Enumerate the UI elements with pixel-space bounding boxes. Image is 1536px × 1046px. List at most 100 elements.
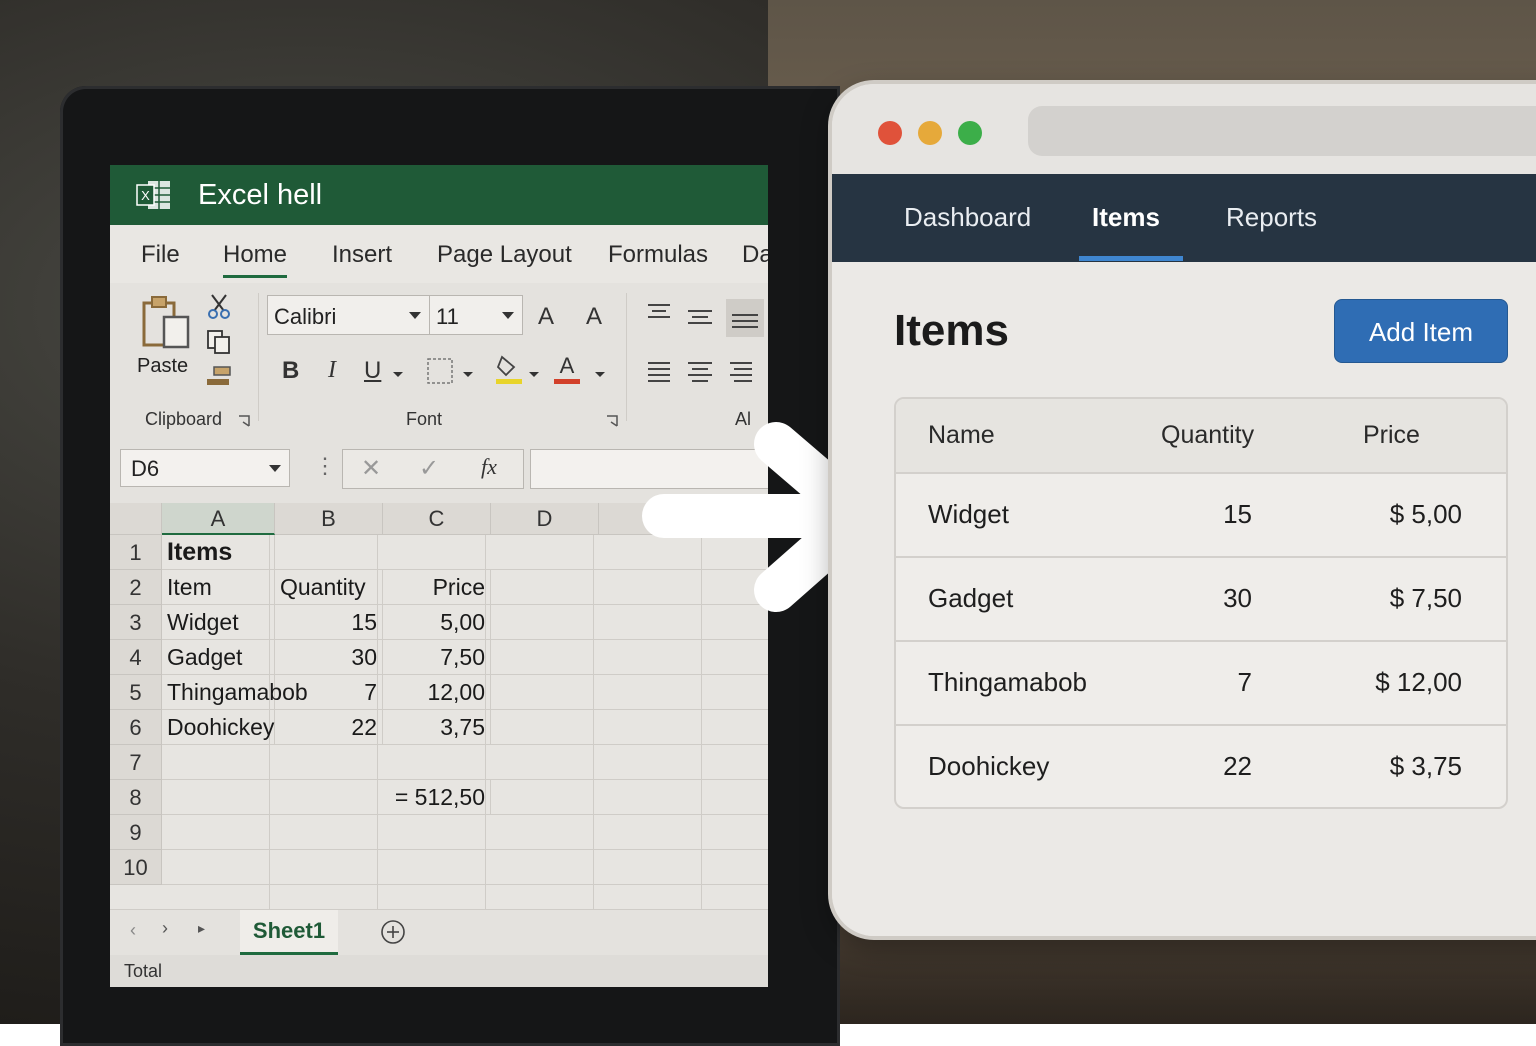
main-content: Items Add Item Name Quantity Price Widge… bbox=[832, 262, 1536, 936]
table-row[interactable]: Thingamabob 7 $ 12,00 bbox=[896, 640, 1506, 726]
name-box-value: D6 bbox=[131, 456, 160, 481]
row-header[interactable]: 4 bbox=[110, 640, 162, 675]
cancel-icon[interactable]: ✕ bbox=[361, 454, 381, 483]
chevron-down-icon[interactable] bbox=[594, 371, 606, 379]
add-item-button[interactable]: Add Item bbox=[1334, 299, 1508, 363]
nav-reports[interactable]: Reports bbox=[1226, 202, 1317, 233]
sheet-tabs-bar: ‹ › ▸ Sheet1 bbox=[110, 909, 768, 956]
tab-data[interactable]: Da bbox=[742, 241, 768, 269]
bold-button[interactable]: B bbox=[282, 357, 299, 385]
table-row[interactable]: Widget 15 $ 5,00 bbox=[896, 472, 1506, 558]
cell-b6[interactable]: 22 bbox=[275, 710, 383, 745]
minimize-window-icon[interactable] bbox=[918, 121, 942, 145]
maximize-window-icon[interactable] bbox=[958, 121, 982, 145]
formula-actions: ✕ ✓ fx bbox=[342, 449, 524, 489]
format-painter-icon[interactable] bbox=[204, 365, 234, 391]
row-header[interactable]: 10 bbox=[110, 850, 162, 885]
ribbon-separator bbox=[626, 293, 627, 421]
row-header[interactable]: 3 bbox=[110, 605, 162, 640]
font-size-select[interactable]: 11 bbox=[429, 295, 523, 335]
tab-formulas[interactable]: Formulas bbox=[608, 241, 708, 269]
cut-icon[interactable] bbox=[208, 293, 230, 319]
italic-button[interactable]: I bbox=[328, 357, 336, 384]
font-name-select[interactable]: Calibri bbox=[267, 295, 430, 335]
tab-page-layout[interactable]: Page Layout bbox=[437, 241, 572, 269]
chevron-down-icon bbox=[269, 465, 281, 472]
row-header[interactable]: 2 bbox=[110, 570, 162, 605]
chevron-down-icon[interactable] bbox=[462, 371, 474, 379]
insert-function-icon[interactable]: fx bbox=[481, 454, 497, 480]
dialog-launcher-icon[interactable] bbox=[606, 415, 618, 427]
cell-c5[interactable]: 12,00 bbox=[383, 675, 491, 710]
cell-c8[interactable]: = 512,50 bbox=[383, 780, 491, 815]
scroll-last-icon[interactable]: ▸ bbox=[198, 920, 205, 937]
paste-icon[interactable] bbox=[140, 295, 192, 351]
column-header-b[interactable]: B bbox=[275, 503, 383, 535]
column-header-d[interactable]: D bbox=[491, 503, 599, 535]
column-header-a[interactable]: A bbox=[162, 503, 275, 535]
row-header[interactable]: 8 bbox=[110, 780, 162, 815]
borders-icon[interactable] bbox=[426, 357, 454, 385]
row-name: Thingamabob bbox=[928, 667, 1087, 697]
cell-a3[interactable]: Widget bbox=[162, 605, 275, 640]
cell-a1[interactable]: Items bbox=[162, 535, 275, 570]
more-icon[interactable]: ⋮ bbox=[314, 453, 336, 479]
cell-c2[interactable]: Price bbox=[383, 570, 491, 605]
row-header[interactable]: 7 bbox=[110, 745, 162, 780]
select-all-corner[interactable] bbox=[110, 503, 162, 535]
cell-b5[interactable]: 7 bbox=[275, 675, 383, 710]
column-header-price[interactable]: Price bbox=[1363, 421, 1420, 450]
paste-button[interactable]: Paste bbox=[137, 355, 188, 378]
fill-color-icon[interactable] bbox=[494, 353, 524, 385]
close-window-icon[interactable] bbox=[878, 121, 902, 145]
grow-font-icon[interactable]: A bbox=[538, 303, 554, 331]
nav-items[interactable]: Items bbox=[1092, 202, 1160, 233]
cell-c4[interactable]: 7,50 bbox=[383, 640, 491, 675]
vertical-align-icons[interactable] bbox=[646, 299, 768, 339]
chevron-down-icon bbox=[409, 312, 421, 319]
cell-b4[interactable]: 30 bbox=[275, 640, 383, 675]
ribbon: Paste Clipboard Calibri 11 A A B I U A F… bbox=[110, 283, 768, 432]
column-header-quantity[interactable]: Quantity bbox=[1161, 421, 1254, 450]
underline-button[interactable]: U bbox=[364, 357, 381, 385]
row-name: Gadget bbox=[928, 583, 1014, 613]
cell-b3[interactable]: 15 bbox=[275, 605, 383, 640]
column-header-c[interactable]: C bbox=[383, 503, 491, 535]
ribbon-separator bbox=[258, 293, 259, 421]
horizontal-align-icons[interactable] bbox=[646, 359, 768, 389]
cell-c6[interactable]: 3,75 bbox=[383, 710, 491, 745]
row-header[interactable]: 5 bbox=[110, 675, 162, 710]
row-header[interactable]: 6 bbox=[110, 710, 162, 745]
enter-icon[interactable]: ✓ bbox=[419, 454, 439, 483]
add-sheet-icon[interactable] bbox=[380, 919, 406, 945]
shrink-font-icon[interactable]: A bbox=[586, 303, 602, 331]
scroll-right-icon[interactable]: › bbox=[162, 918, 168, 939]
tab-file[interactable]: File bbox=[141, 241, 180, 269]
row-header[interactable]: 9 bbox=[110, 815, 162, 850]
copy-icon[interactable] bbox=[206, 329, 232, 355]
column-header-name[interactable]: Name bbox=[928, 421, 995, 450]
sheet-tab-sheet1[interactable]: Sheet1 bbox=[240, 910, 338, 955]
font-color-icon[interactable]: A bbox=[552, 353, 582, 385]
row-header[interactable]: 1 bbox=[110, 535, 162, 570]
cell-a2[interactable]: Item bbox=[162, 570, 275, 605]
row-quantity: 15 bbox=[1223, 499, 1252, 529]
cell-a6[interactable]: Doohickey bbox=[162, 710, 275, 745]
cell-b2[interactable]: Quantity bbox=[275, 570, 383, 605]
table-row[interactable]: Doohickey 22 $ 3,75 bbox=[896, 724, 1506, 807]
cell-c3[interactable]: 5,00 bbox=[383, 605, 491, 640]
scroll-left-icon[interactable]: ‹ bbox=[130, 920, 136, 941]
address-bar[interactable] bbox=[1028, 106, 1536, 156]
tab-home[interactable]: Home bbox=[223, 241, 288, 278]
table-row[interactable]: Gadget 30 $ 7,50 bbox=[896, 556, 1506, 642]
name-box[interactable]: D6 bbox=[120, 449, 290, 487]
chevron-down-icon[interactable] bbox=[528, 371, 540, 379]
chevron-down-icon[interactable] bbox=[392, 371, 404, 379]
cell-a5[interactable]: Thingamabob bbox=[162, 675, 308, 710]
excel-title: Excel hell bbox=[198, 179, 323, 211]
nav-dashboard[interactable]: Dashboard bbox=[904, 202, 1031, 233]
tab-insert[interactable]: Insert bbox=[332, 241, 392, 269]
font-name-value: Calibri bbox=[274, 304, 337, 329]
cell-a4[interactable]: Gadget bbox=[162, 640, 275, 675]
dialog-launcher-icon[interactable] bbox=[238, 415, 250, 427]
